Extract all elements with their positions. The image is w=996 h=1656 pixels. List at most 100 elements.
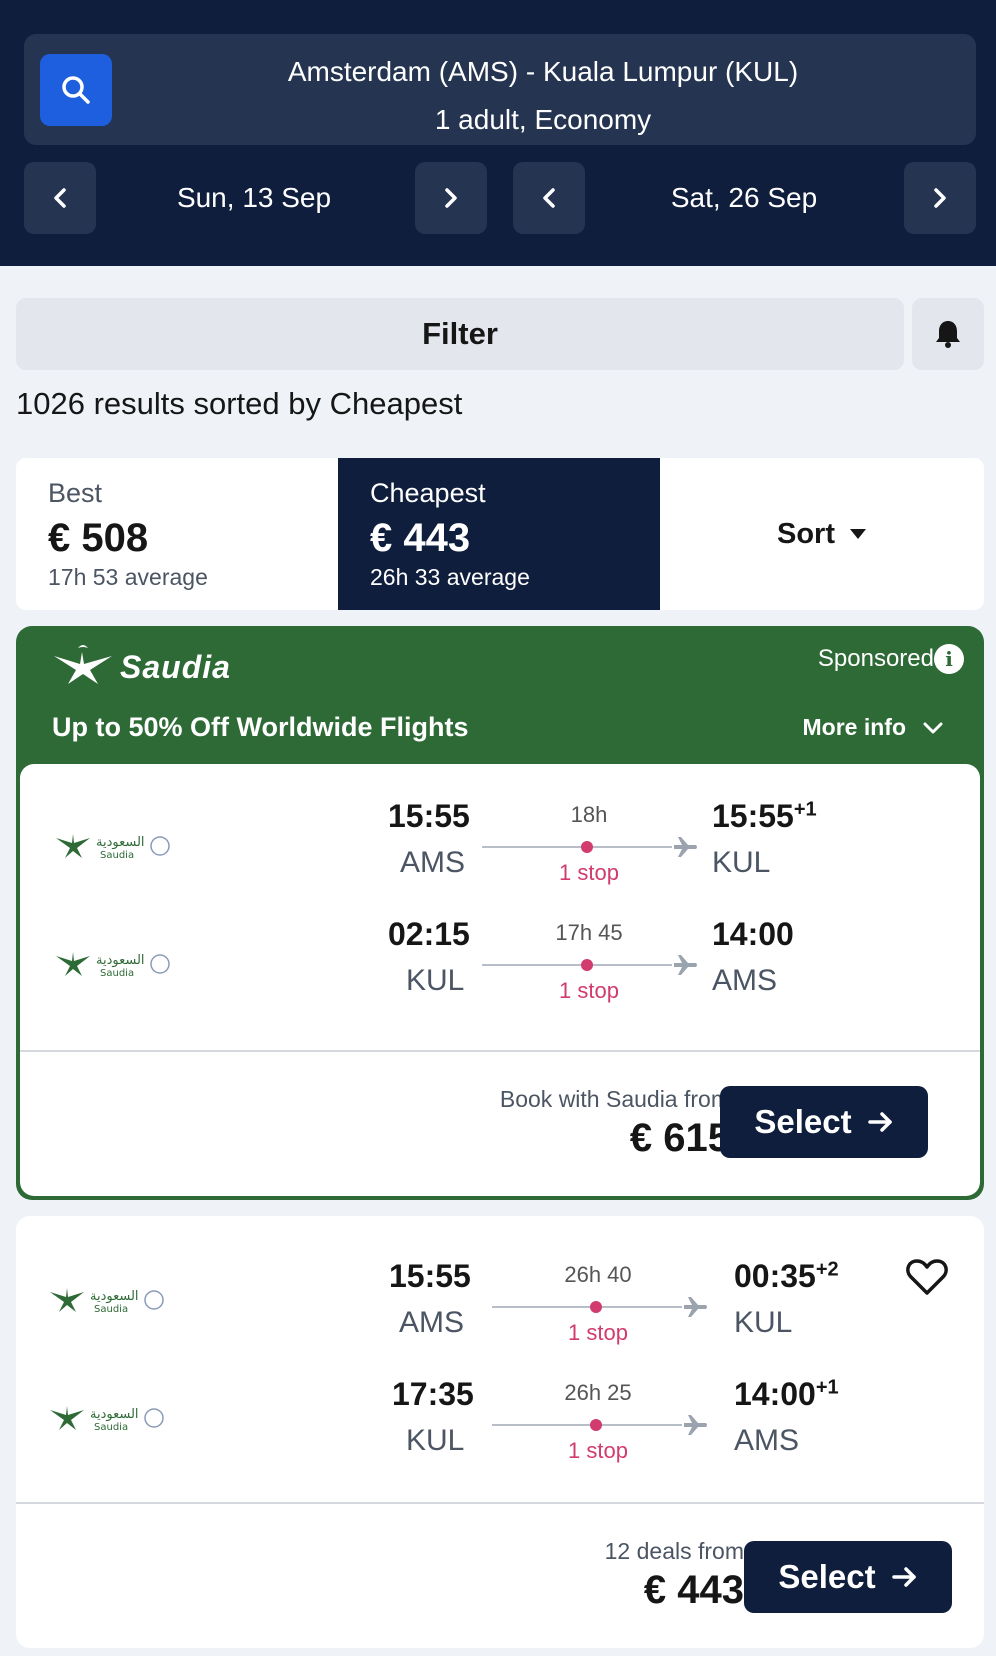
svg-text:Saudia: Saudia	[94, 1304, 128, 1315]
search-icon	[62, 76, 90, 104]
flight-leg: السعودية Saudia 02:15 KUL 17h 45 1 stop …	[20, 916, 980, 1012]
saudia-wordmark: Saudia	[120, 648, 231, 685]
sponsored-flight-card[interactable]: السعودية Saudia 15:55 AMS 18h 1 stop 15:…	[20, 764, 980, 1196]
arrive-airport: KUL	[712, 846, 771, 879]
stop-dot	[581, 841, 593, 853]
search-button[interactable]	[40, 54, 112, 126]
arrive-airport: AMS	[712, 964, 778, 997]
day-offset: +1	[815, 1376, 839, 1399]
depart-airport: KUL	[406, 1424, 465, 1457]
search-summary[interactable]: Amsterdam (AMS) - Kuala Lumpur (KUL) 1 a…	[24, 34, 976, 145]
day-offset: +2	[815, 1258, 839, 1281]
card-divider	[16, 1502, 984, 1504]
depart-time: 15:55	[389, 1258, 471, 1294]
depart-airport: AMS	[399, 1306, 465, 1339]
arrive-time: 14:00	[712, 916, 794, 953]
flight-duration: 17h 45	[555, 920, 623, 945]
results-summary: 1026 results sorted by Cheapest	[16, 386, 463, 421]
book-with-text: Book with Saudia from	[499, 1086, 730, 1112]
more-info-button[interactable]: More info	[803, 714, 945, 741]
filter-button[interactable]: Filter	[16, 298, 904, 370]
arrive-airport: KUL	[734, 1306, 793, 1339]
flight-result-card[interactable]: السعودية Saudia 15:55 AMS 26h 40 1 stop …	[16, 1216, 984, 1648]
saudia-airline-icon: السعودية Saudia	[50, 1288, 164, 1315]
depart-prev-button[interactable]	[24, 162, 96, 234]
stop-dot	[581, 959, 593, 971]
flight-leg: السعودية Saudia 15:55 AMS 18h 1 stop 15:…	[20, 798, 980, 894]
stops-count: 1 stop	[568, 1438, 628, 1463]
arrive-time-value: 00:35	[734, 1258, 816, 1294]
result-price: € 443	[643, 1568, 744, 1612]
route-line	[482, 846, 672, 848]
flight-duration: 26h 40	[564, 1262, 632, 1287]
tab-cheapest-average: 26h 33 average	[370, 564, 530, 590]
saudia-airline-logo: السعودية Saudia	[48, 1280, 168, 1320]
bell-icon	[936, 321, 960, 348]
depart-next-button[interactable]	[415, 162, 487, 234]
arrive-time-value: 14:00	[712, 916, 794, 952]
stops-count: 1 stop	[568, 1320, 628, 1345]
svg-text:السعودية: السعودية	[96, 835, 145, 850]
chevron-left-icon	[54, 188, 66, 208]
plane-icon	[674, 837, 697, 857]
flight-duration: 26h 25	[564, 1380, 632, 1405]
promo-text: Up to 50% Off Worldwide Flights	[52, 712, 469, 742]
svg-text:Saudia: Saudia	[100, 850, 134, 861]
day-offset: +1	[793, 798, 817, 821]
depart-time: 02:15	[388, 916, 470, 952]
arrive-airport: AMS	[734, 1424, 800, 1457]
saudia-airline-logo: السعودية Saudia	[54, 944, 174, 984]
sort-dropdown[interactable]: Sort	[660, 458, 984, 610]
plane-icon	[684, 1297, 707, 1317]
return-next-button[interactable]	[904, 162, 976, 234]
svg-text:السعودية: السعودية	[96, 953, 145, 968]
stop-dot	[590, 1419, 602, 1431]
stop-dot	[590, 1301, 602, 1313]
tab-best-label: Best	[48, 478, 103, 508]
svg-text:السعودية: السعودية	[90, 1289, 139, 1304]
arrive-time: 00:35+2	[734, 1258, 839, 1295]
info-icon[interactable]: i	[934, 644, 964, 674]
svg-text:Saudia: Saudia	[94, 1422, 128, 1433]
caret-down-icon	[850, 529, 866, 539]
deals-text: 12 deals from	[604, 1538, 744, 1564]
sponsored-card: Saudia Sponsored i Up to 50% Off Worldwi…	[16, 626, 984, 1200]
select-label: Select	[754, 1103, 852, 1140]
arrive-time: 15:55+1	[712, 798, 817, 835]
depart-airport: KUL	[406, 964, 465, 997]
tab-best-average: 17h 53 average	[48, 564, 208, 590]
flight-duration: 18h	[570, 802, 608, 827]
route-line	[492, 1424, 682, 1426]
route-line	[482, 964, 672, 966]
tab-best[interactable]: Best € 508 17h 53 average	[16, 458, 338, 610]
arrive-time-value: 15:55	[712, 798, 794, 834]
arrive-time: 14:00+1	[734, 1376, 839, 1413]
svg-text:Saudia: Saudia	[100, 968, 134, 979]
return-prev-button[interactable]	[513, 162, 585, 234]
saudia-airline-logo: السعودية Saudia	[48, 1398, 168, 1438]
price-alert-button[interactable]	[912, 298, 984, 370]
tab-best-price: € 508	[48, 516, 149, 560]
heart-icon[interactable]	[906, 1258, 948, 1296]
stops-count: 1 stop	[559, 860, 619, 885]
result-select-button[interactable]: Select	[744, 1541, 952, 1613]
route-text: Amsterdam (AMS) - Kuala Lumpur (KUL)	[287, 56, 799, 87]
saudia-emblem-icon	[54, 645, 112, 684]
more-info-label: More info	[802, 714, 907, 740]
route-line	[492, 1306, 682, 1308]
sort-tabs: Best € 508 17h 53 average Cheapest € 443…	[16, 458, 984, 610]
chevron-right-icon	[445, 188, 457, 208]
tab-cheapest[interactable]: Cheapest € 443 26h 33 average	[338, 458, 660, 610]
stops-count: 1 stop	[559, 978, 619, 1003]
sponsored-select-button[interactable]: Select	[720, 1086, 928, 1158]
sponsored-price: € 615	[629, 1116, 730, 1160]
svg-text:السعودية: السعودية	[90, 1407, 139, 1422]
tab-cheapest-label: Cheapest	[370, 478, 486, 508]
chevron-right-icon	[934, 188, 946, 208]
depart-date[interactable]: Sun, 13 Sep	[104, 162, 404, 234]
saudia-airline-icon: السعودية Saudia	[50, 1406, 164, 1433]
passenger-text: 1 adult, Economy	[434, 104, 652, 135]
depart-time: 15:55	[388, 798, 470, 834]
arrow-right-icon	[867, 1112, 892, 1132]
return-date[interactable]: Sat, 26 Sep	[594, 162, 894, 234]
